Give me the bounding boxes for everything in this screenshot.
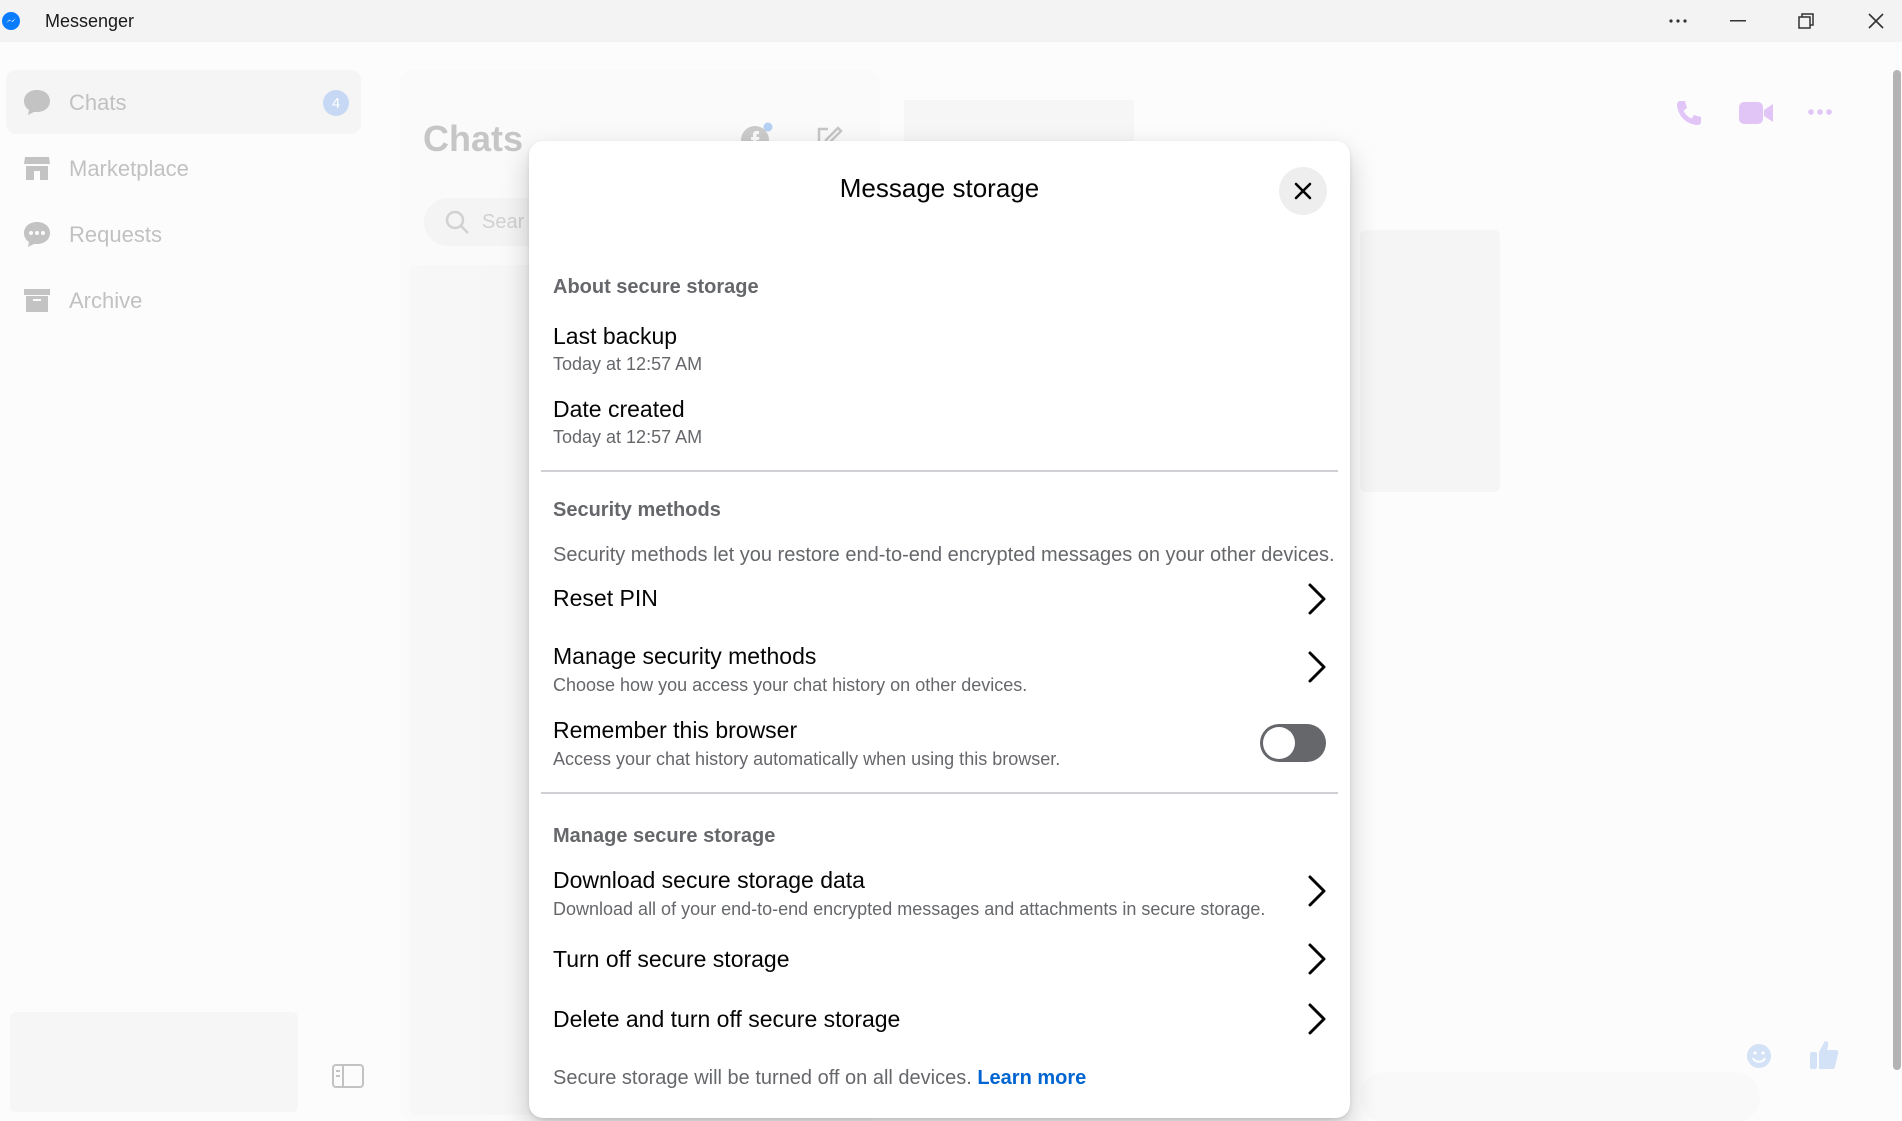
section-divider	[541, 470, 1338, 472]
chevron-right-icon	[1308, 651, 1326, 683]
dialog-close-button[interactable]	[1279, 167, 1327, 215]
section-divider	[541, 792, 1338, 794]
footer-text: Secure storage will be turned off on all…	[553, 1067, 972, 1089]
minimize-icon	[1730, 20, 1746, 22]
chevron-right-icon	[1308, 943, 1326, 975]
window-minimize-button[interactable]	[1708, 0, 1768, 42]
manage-secure-storage-heading: Manage secure storage	[553, 825, 776, 847]
manage-security-methods-sub: Choose how you access your chat history …	[553, 675, 1028, 695]
security-methods-heading: Security methods	[553, 499, 721, 521]
window-titlebar: Messenger	[0, 0, 1902, 42]
chevron-right-icon	[1308, 875, 1326, 907]
close-icon	[1294, 182, 1312, 200]
last-backup-value: Today at 12:57 AM	[553, 354, 703, 374]
window-restore-button[interactable]	[1776, 0, 1836, 42]
chevron-right-icon	[1308, 1003, 1326, 1035]
toggle-knob	[1263, 727, 1295, 759]
dialog-title: Message storage	[839, 173, 1040, 203]
about-secure-storage-heading: About secure storage	[553, 276, 759, 298]
close-icon	[1868, 13, 1884, 29]
delete-secure-storage-row[interactable]: Delete and turn off secure storage	[541, 991, 1338, 1047]
messenger-logo-icon	[2, 12, 20, 30]
turn-off-secure-storage-label: Turn off secure storage	[553, 946, 790, 972]
manage-security-methods-label: Manage security methods	[553, 643, 817, 669]
manage-security-methods-row[interactable]: Manage security methods Choose how you a…	[541, 629, 1338, 701]
delete-secure-storage-label: Delete and turn off secure storage	[553, 1006, 901, 1032]
remember-browser-label: Remember this browser	[553, 717, 798, 743]
window-more-button[interactable]	[1648, 0, 1708, 42]
message-storage-dialog: Message storage About secure storage Las…	[529, 141, 1350, 1118]
restore-icon	[1798, 13, 1814, 29]
remember-browser-toggle[interactable]	[1260, 724, 1326, 762]
footer-note: Secure storage will be turned off on all…	[553, 1067, 1086, 1090]
download-secure-storage-label: Download secure storage data	[553, 867, 865, 893]
last-backup-label: Last backup	[553, 323, 678, 349]
reset-pin-label: Reset PIN	[553, 585, 658, 611]
turn-off-secure-storage-row[interactable]: Turn off secure storage	[541, 931, 1338, 987]
window-close-button[interactable]	[1846, 0, 1902, 42]
download-secure-storage-sub: Download all of your end-to-end encrypte…	[553, 899, 1266, 919]
more-icon	[1669, 19, 1687, 23]
download-secure-storage-row[interactable]: Download secure storage data Download al…	[541, 853, 1338, 925]
learn-more-link[interactable]: Learn more	[977, 1067, 1086, 1089]
chevron-right-icon	[1308, 583, 1326, 615]
security-methods-description: Security methods let you restore end-to-…	[553, 544, 1335, 566]
window-title: Messenger	[45, 11, 135, 31]
date-created-label: Date created	[553, 396, 685, 422]
reset-pin-row[interactable]: Reset PIN	[541, 571, 1338, 625]
remember-browser-sub: Access your chat history automatically w…	[553, 749, 1061, 769]
date-created-value: Today at 12:57 AM	[553, 427, 703, 447]
